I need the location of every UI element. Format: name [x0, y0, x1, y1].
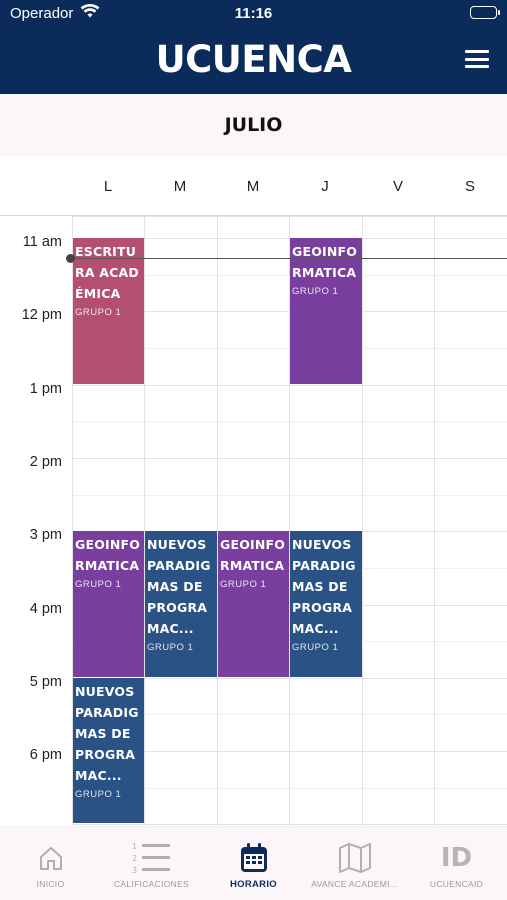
tab-ucuencaid[interactable]: ID UCUENCAID — [406, 827, 507, 900]
id-icon: ID — [440, 843, 473, 873]
class-event[interactable]: GEOINFORMATICA GRUPO 1 — [218, 531, 289, 677]
hour-label: 3 pm — [29, 527, 62, 544]
current-time-dot — [66, 253, 75, 263]
tab-calificaciones[interactable]: 1 2 3 CALIFICACIONES — [101, 827, 202, 900]
weekday-label: S — [464, 178, 475, 195]
hour-label: 12 pm — [21, 307, 62, 324]
weekday-label: V — [392, 178, 403, 195]
weekday-row: L M M J V S — [0, 156, 507, 216]
svg-text:1: 1 — [132, 842, 137, 851]
grid-column-line — [144, 216, 145, 826]
grid-half-hour-line — [72, 421, 507, 423]
class-event[interactable]: ESCRITURA ACADÉMICA GRUPO 1 — [73, 238, 144, 384]
event-group: GRUPO 1 — [75, 788, 122, 800]
month-label: JULIO — [224, 114, 283, 136]
schedule-grid[interactable]: 11 am 12 pm 1 pm 2 pm 3 pm 4 pm 5 pm 6 pm ESCRIT… — [0, 216, 507, 826]
class-event[interactable]: GEOINFORMATICA GRUPO 1 — [73, 531, 144, 677]
home-icon — [0, 841, 101, 875]
battery-icon — [470, 6, 500, 19]
event-group: GRUPO 1 — [75, 307, 122, 318]
svg-text:3: 3 — [132, 866, 137, 875]
calendar-icon — [203, 841, 304, 875]
event-group: GRUPO 1 — [220, 579, 267, 591]
class-event[interactable]: GEOINFORMATICA GRUPO 1 — [290, 238, 362, 384]
tab-inicio[interactable]: INICIO — [0, 827, 101, 900]
grid-hour-line — [72, 384, 507, 386]
hour-label: 1 pm — [29, 380, 62, 397]
event-group: GRUPO 1 — [292, 286, 339, 297]
numbered-list-icon: 1 2 3 — [101, 841, 202, 875]
tab-label: HORARIO — [230, 879, 277, 890]
tab-label: CALIFICACIONES — [113, 879, 190, 889]
event-title: NUEVOS PARADIGMAS DE PROGRAMAC... — [75, 683, 139, 783]
grid-column-line — [217, 216, 218, 826]
hour-label: 4 pm — [29, 600, 62, 617]
grid-column-line — [362, 216, 363, 826]
weekday-label: J — [321, 178, 329, 195]
clock: 11:16 — [234, 5, 273, 22]
svg-text:2: 2 — [132, 854, 137, 863]
tab-label: UCUENCAID — [429, 879, 484, 889]
hour-label: 2 pm — [29, 453, 62, 470]
tab-label: INICIO — [36, 879, 65, 889]
weekday-label: L — [103, 178, 113, 195]
class-event[interactable]: NUEVOS PARADIGMAS DE PROGRAMAC... GRUPO 1 — [290, 531, 362, 677]
event-title: GEOINFORMATICA — [292, 244, 358, 280]
event-title: ESCRITURA ACADÉMICA — [75, 244, 139, 301]
app-header: Operador 11:16 UCUENCA — [0, 0, 507, 94]
event-title: GEOINFORMATICA — [75, 537, 141, 574]
tab-horario[interactable]: HORARIO — [203, 827, 304, 900]
current-time-line — [72, 257, 507, 260]
event-title: GEOINFORMATICA — [220, 537, 286, 574]
class-event[interactable]: NUEVOS PARADIGMAS DE PROGRAMAC... GRUPO 1 — [145, 531, 217, 677]
status-bar: Operador 11:16 — [0, 0, 507, 28]
event-title: NUEVOS PARADIGMAS DE PROGRAMAC... — [147, 537, 211, 637]
event-title: NUEVOS PARADIGMAS DE PROGRAMAC... — [292, 537, 356, 637]
event-group: GRUPO 1 — [292, 642, 339, 654]
hour-label: 11 am — [22, 234, 62, 250]
hour-label: 6 pm — [29, 747, 62, 764]
tab-avance-academico[interactable]: AVANCE ACADEMI... — [304, 827, 405, 900]
weekday-label: M — [246, 178, 260, 195]
weekday-label: M — [173, 178, 187, 195]
event-group: GRUPO 1 — [147, 642, 194, 654]
hamburger-menu-icon[interactable] — [465, 50, 489, 68]
grid-half-hour-line — [72, 494, 507, 496]
tab-label: AVANCE ACADEMI... — [311, 879, 398, 889]
grid-top-line — [72, 216, 507, 217]
class-event[interactable]: NUEVOS PARADIGMAS DE PROGRAMAC... GRUPO 1 — [73, 677, 144, 824]
grid-hour-line — [72, 457, 507, 459]
hour-label: 5 pm — [29, 673, 62, 690]
tab-bar: INICIO 1 2 3 CALIFICACIONES HORARIO AVAN… — [0, 826, 507, 900]
map-icon — [304, 841, 405, 875]
event-group: GRUPO 1 — [75, 579, 122, 591]
brand-logo: UCUENCA — [155, 38, 352, 81]
grid-column-line — [434, 216, 435, 826]
month-header: JULIO — [0, 94, 507, 156]
